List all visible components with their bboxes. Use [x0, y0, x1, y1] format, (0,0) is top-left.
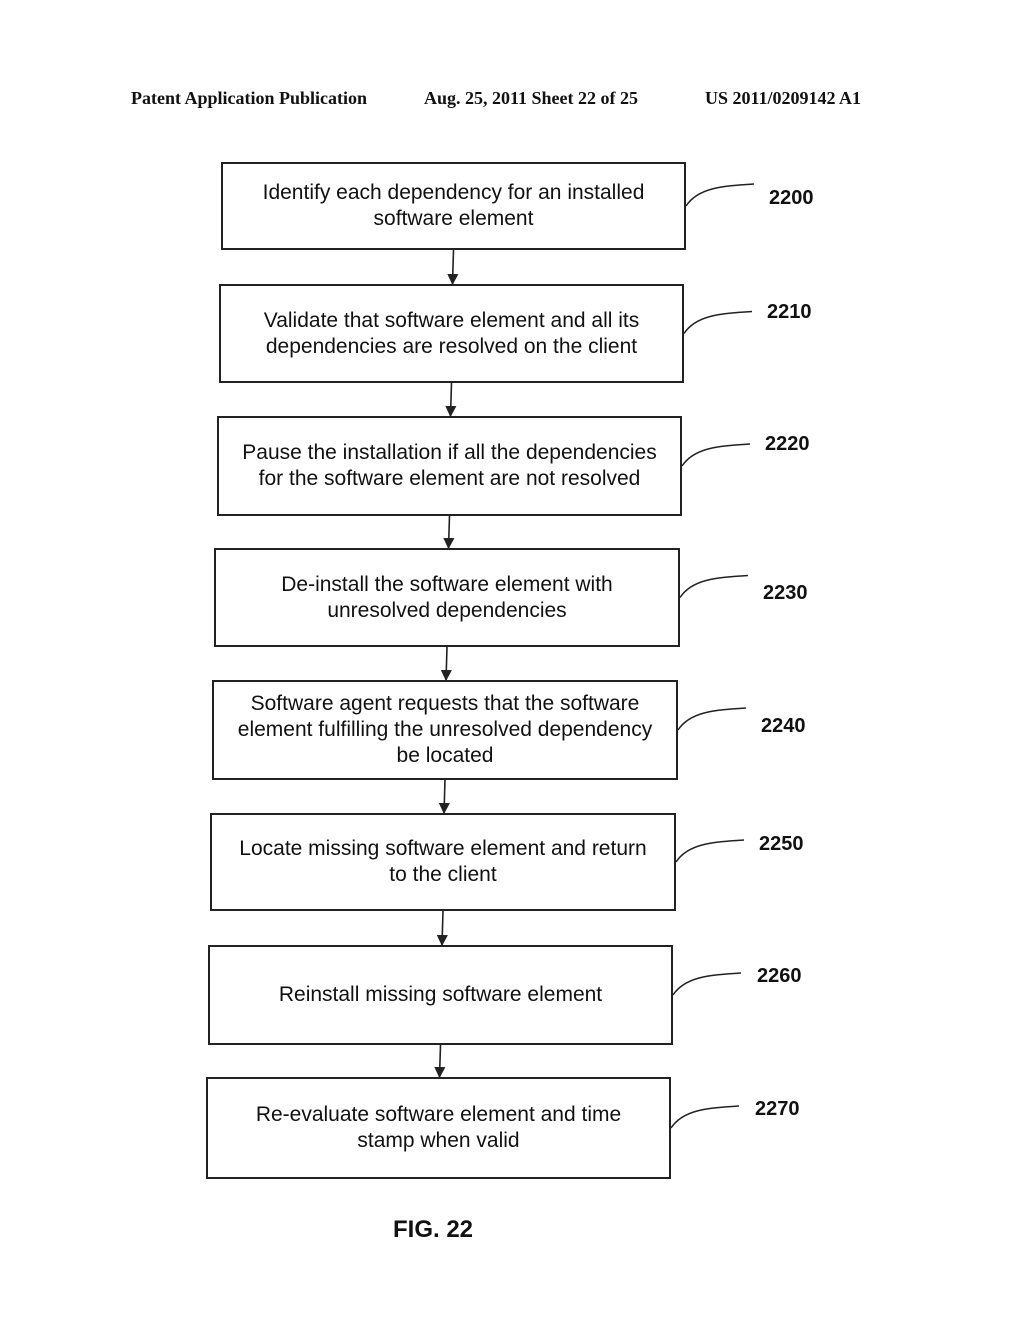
ref-label-2210: 2210 [767, 301, 812, 323]
ref-label-2250: 2250 [759, 833, 804, 855]
leader-line [681, 443, 751, 467]
flow-arrow [447, 249, 459, 286]
step-text: Locate missing software element and retu… [239, 837, 647, 886]
ref-label-2230: 2230 [763, 582, 808, 604]
figure-label: FIG. 22 [393, 1216, 474, 1243]
ref-label-2200: 2200 [769, 187, 814, 209]
flow-arrow [445, 382, 457, 418]
leader-line [679, 574, 749, 598]
flow-arrow [434, 1044, 446, 1079]
step-box-2270: Re-evaluate software element and time st… [206, 1077, 671, 1179]
step-box-2220: Pause the installation if all the depend… [217, 416, 682, 516]
leader-line [677, 707, 747, 731]
ref-label-2220: 2220 [765, 433, 810, 455]
step-box-2210: Validate that software element and all i… [219, 284, 684, 383]
step-box-2240: Software agent requests that the softwar… [212, 680, 678, 780]
step-box-2250: Locate missing software element and retu… [210, 813, 676, 911]
step-text: Identify each dependency for an installe… [262, 181, 645, 230]
step-text: Validate that software element and all i… [263, 308, 640, 358]
ref-label-2270: 2270 [755, 1098, 800, 1120]
step-box-2230: De-install the software element with unr… [214, 548, 680, 647]
step-text: De-install the software element with unr… [281, 572, 613, 622]
step-box-2200: Identify each dependency for an installe… [221, 162, 686, 250]
leader-line [685, 183, 755, 207]
flow-arrow [443, 515, 455, 550]
leader-line [683, 310, 753, 334]
leader-line [675, 839, 745, 863]
leader-line [670, 1105, 740, 1129]
ref-label-2260: 2260 [757, 965, 802, 987]
step-text: Reinstall missing software element [278, 983, 603, 1006]
flow-arrow [436, 910, 448, 947]
ref-label-2240: 2240 [761, 715, 806, 737]
flow-arrow [438, 779, 450, 815]
step-box-2260: Reinstall missing software element [208, 945, 673, 1045]
step-text: Re-evaluate software element and time st… [255, 1103, 622, 1152]
flow-arrow [440, 646, 452, 682]
leader-line [672, 972, 742, 996]
step-text: Software agent requests that the softwar… [237, 692, 653, 767]
step-text: Pause the installation if all the depend… [242, 441, 657, 490]
